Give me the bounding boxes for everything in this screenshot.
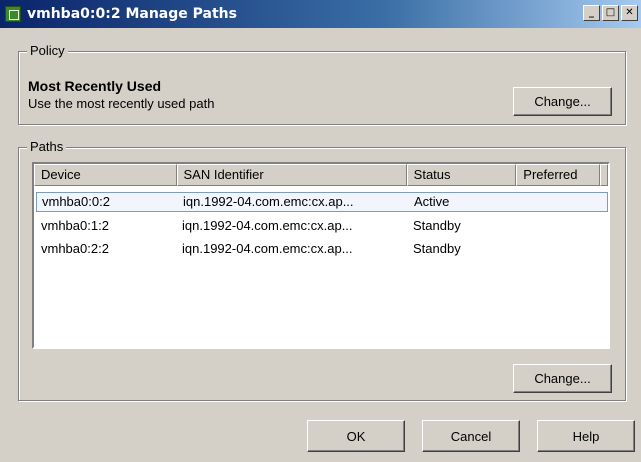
policy-change-button[interactable]: Change... — [513, 87, 612, 116]
cell-device: vmhba0:2:2 — [41, 241, 109, 256]
policy-name: Most Recently Used — [28, 78, 162, 94]
close-button[interactable]: ✕ — [621, 5, 638, 21]
paths-change-button[interactable]: Change... — [513, 364, 612, 393]
ok-button[interactable]: OK — [307, 420, 405, 452]
table-row[interactable]: vmhba0:1:2 iqn.1992-04.com.emc:cx.ap... … — [36, 217, 610, 237]
title-bar: vmhba0:0:2 Manage Paths _ □ ✕ — [0, 0, 641, 28]
column-header-preferred[interactable]: Preferred — [516, 164, 601, 186]
paths-table-header: Device SAN Identifier Status Preferred — [34, 164, 609, 186]
cell-status: Active — [414, 194, 450, 209]
column-header-filler — [600, 164, 609, 186]
column-header-status[interactable]: Status — [406, 164, 517, 186]
column-header-device[interactable]: Device — [34, 164, 177, 186]
cell-preferred — [518, 240, 602, 260]
table-row[interactable]: vmhba0:2:2 iqn.1992-04.com.emc:cx.ap... … — [36, 240, 610, 260]
cell-san-identifier: iqn.1992-04.com.emc:cx.ap... — [182, 241, 353, 256]
paths-group-label: Paths — [27, 139, 67, 154]
cancel-button[interactable]: Cancel — [422, 420, 520, 452]
cell-san-identifier: iqn.1992-04.com.emc:cx.ap... — [183, 194, 354, 209]
policy-group-label: Policy — [27, 43, 68, 58]
cell-preferred — [519, 193, 603, 211]
window-controls: _ □ ✕ — [583, 5, 638, 21]
window-title: vmhba0:0:2 Manage Paths — [27, 6, 237, 22]
vmware-app-icon — [5, 6, 21, 22]
cell-status: Standby — [413, 218, 461, 233]
cell-san-identifier: iqn.1992-04.com.emc:cx.ap... — [182, 218, 353, 233]
cell-device: vmhba0:1:2 — [41, 218, 109, 233]
table-row[interactable]: vmhba0:0:2 iqn.1992-04.com.emc:cx.ap... … — [36, 192, 608, 212]
cell-preferred — [518, 217, 602, 237]
minimize-button[interactable]: _ — [583, 5, 600, 21]
paths-table: Device SAN Identifier Status Preferred v… — [32, 162, 610, 349]
help-button[interactable]: Help — [537, 420, 635, 452]
cell-device: vmhba0:0:2 — [42, 194, 110, 209]
cell-status: Standby — [413, 241, 461, 256]
maximize-button[interactable]: □ — [602, 5, 619, 21]
column-header-san-identifier[interactable]: SAN Identifier — [176, 164, 407, 186]
policy-description: Use the most recently used path — [28, 96, 215, 111]
